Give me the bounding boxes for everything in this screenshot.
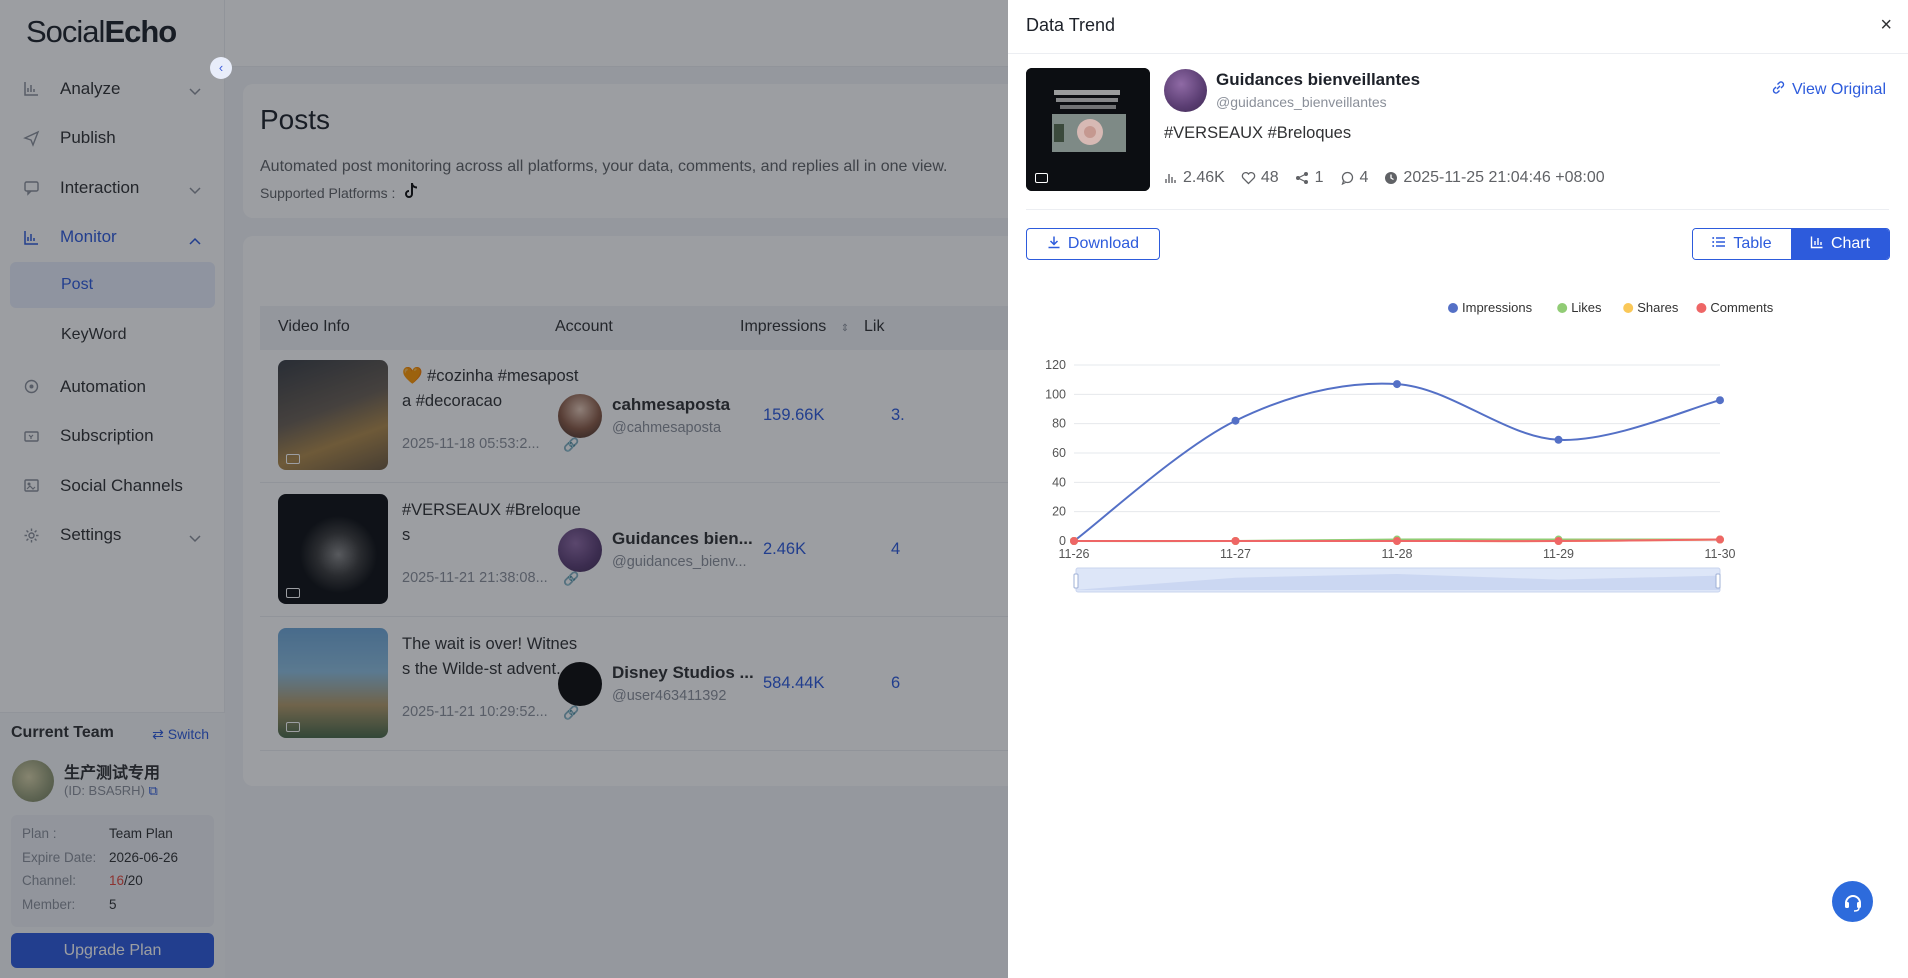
legend-swatch — [1623, 303, 1634, 313]
views-icon — [1165, 174, 1176, 183]
data-point-impressions — [1231, 416, 1240, 425]
view-original-link[interactable]: View Original — [1771, 80, 1886, 100]
bar-chart-icon — [1810, 235, 1824, 254]
zoom-slider-handle-right — [1715, 573, 1721, 589]
list-icon — [1712, 235, 1726, 253]
data-point-comments — [1231, 537, 1240, 545]
link-icon — [1771, 80, 1786, 100]
legend-entry: Shares — [1637, 300, 1679, 315]
chart-view-label: Chart — [1830, 235, 1871, 252]
x-tick-label: 11-27 — [1220, 547, 1251, 561]
headset-icon — [1844, 894, 1861, 912]
app-root: SocialEcho ‹ Analyze Publish Interaction… — [0, 0, 1908, 978]
divider — [1008, 53, 1908, 54]
time-value: 2025-11-25 21:04:46 +08:00 — [1403, 169, 1605, 186]
comment-icon — [1341, 171, 1353, 185]
collapse-sidebar-button[interactable]: ‹ — [210, 57, 232, 79]
legend-swatch — [1448, 303, 1458, 313]
data-point-comments — [1716, 535, 1724, 544]
x-tick-label: 11-30 — [1704, 547, 1735, 561]
avatar — [1164, 69, 1207, 112]
comments-stat: 4 — [1340, 169, 1369, 187]
x-tick-label: 11-28 — [1381, 547, 1412, 561]
y-tick-label: 40 — [1052, 475, 1066, 489]
shares-value: 1 — [1314, 169, 1324, 186]
video-icon — [1035, 173, 1048, 183]
share-icon — [1295, 172, 1308, 184]
drawer-title: Data Trend — [1026, 15, 1116, 35]
shares-stat: 1 — [1295, 169, 1324, 187]
legend-entry: Likes — [1571, 300, 1602, 315]
table-view-label: Table — [1733, 235, 1772, 252]
data-point-comments — [1554, 537, 1563, 545]
y-tick-label: 100 — [1045, 387, 1066, 401]
data-point-impressions — [1393, 380, 1401, 389]
y-tick-label: 80 — [1052, 417, 1066, 431]
divider — [1026, 209, 1889, 210]
comments-value: 4 — [1359, 169, 1369, 186]
download-label: Download — [1067, 235, 1140, 252]
views-stat: 2.46K — [1164, 169, 1225, 187]
likes-stat: 48 — [1241, 169, 1279, 187]
views-value: 2.46K — [1183, 169, 1225, 186]
series-line-impressions — [1073, 382, 1721, 542]
download-button[interactable]: Download — [1026, 228, 1160, 260]
data-point-comments — [1070, 537, 1078, 545]
table-view-button[interactable]: Table — [1693, 229, 1791, 259]
y-tick-label: 0 — [1059, 534, 1066, 548]
account-handle: @guidances_bienveillantes — [1216, 94, 1387, 110]
view-toggle: Table Chart — [1692, 228, 1890, 260]
data-point-comments — [1393, 537, 1401, 545]
legend-entry: Comments — [1710, 300, 1773, 315]
x-tick-label: 11-26 — [1058, 547, 1089, 561]
x-tick-label: 11-29 — [1543, 547, 1574, 561]
chart-view-button[interactable]: Chart — [1791, 229, 1889, 259]
trend-chart: Impressions Likes Shares Comments 0 20 40 60 80 1… — [1045, 300, 1774, 593]
video-thumbnail[interactable] — [1026, 68, 1150, 191]
view-original-label: View Original — [1792, 81, 1886, 98]
data-point-impressions — [1554, 435, 1563, 444]
legend-swatch — [1557, 303, 1568, 313]
account-name: Guidances bienveillantes — [1216, 70, 1421, 89]
legend-swatch — [1696, 303, 1707, 313]
data-point-impressions — [1716, 396, 1724, 405]
data-trend-drawer: Data Trend × Guidances bienveillantes @g… — [1008, 0, 1908, 978]
likes-value: 48 — [1260, 169, 1279, 186]
zoom-slider-handle-left — [1073, 573, 1079, 589]
support-chat-button[interactable] — [1832, 881, 1873, 922]
clock-icon — [1385, 172, 1398, 184]
legend-entry: Impressions — [1462, 300, 1533, 315]
post-caption: #VERSEAUX #Breloques — [1164, 124, 1352, 142]
y-tick-label: 60 — [1052, 446, 1066, 460]
heart-icon — [1241, 171, 1256, 185]
close-button[interactable]: × — [1880, 14, 1892, 37]
post-stats: 2.46K 48 1 4 2025-11-25 21:04:46 +08:00 — [1164, 169, 1621, 187]
y-tick-label: 120 — [1045, 358, 1066, 372]
y-tick-label: 20 — [1052, 505, 1066, 519]
time-stat: 2025-11-25 21:04:46 +08:00 — [1384, 169, 1605, 187]
download-icon — [1047, 235, 1061, 254]
